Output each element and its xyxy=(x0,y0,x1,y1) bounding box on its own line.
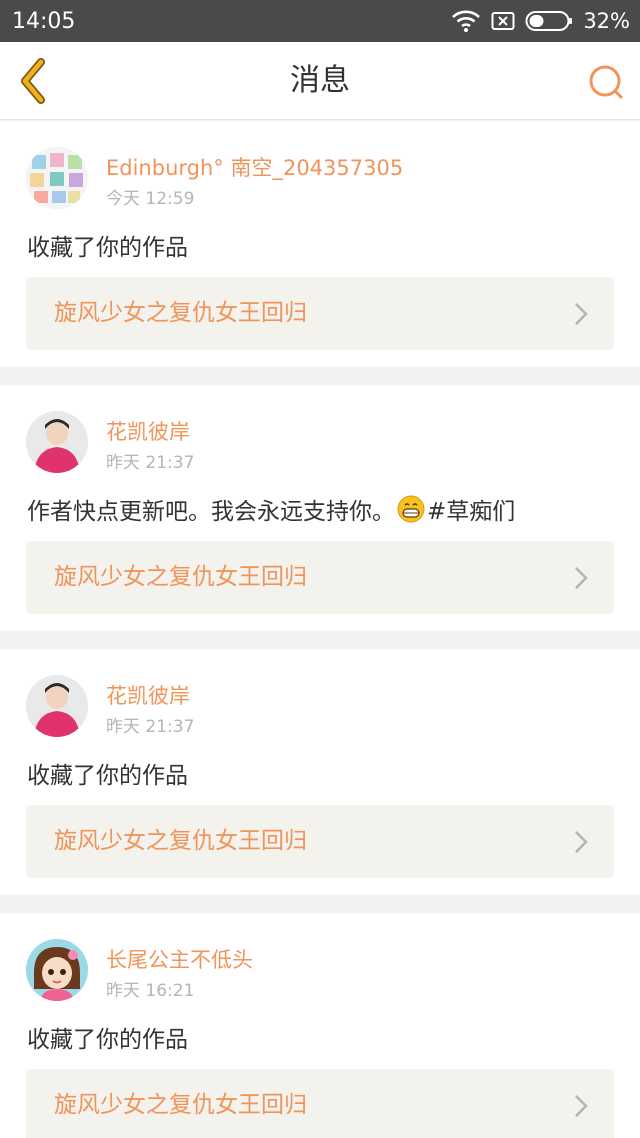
username[interactable]: 花凯彼岸 xyxy=(106,680,190,710)
message-text-main: 作者快点更新吧。我会永远支持你。 xyxy=(27,499,395,525)
message-text: 收藏了你的作品 xyxy=(27,763,188,789)
battery-percent: 32% xyxy=(583,9,630,33)
battery-icon xyxy=(525,11,573,31)
work-title: 旋风少女之复仇女王回归 xyxy=(54,300,307,326)
chevron-right-icon xyxy=(575,1095,588,1117)
message-text: 作者快点更新吧。我会永远支持你。 #草痴们 xyxy=(27,492,515,526)
timestamp: 今天 12:59 xyxy=(106,189,195,209)
message-text: 收藏了你的作品 xyxy=(27,235,188,261)
work-link[interactable]: 旋风少女之复仇女王回归 xyxy=(26,1069,614,1138)
status-time: 14:05 xyxy=(12,8,76,34)
work-link[interactable]: 旋风少女之复仇女王回归 xyxy=(26,541,614,614)
status-icons: 32% xyxy=(451,9,630,33)
avatar[interactable] xyxy=(26,411,88,473)
work-title: 旋风少女之复仇女王回归 xyxy=(54,564,307,590)
avatar[interactable] xyxy=(26,147,88,209)
message-card: 花凯彼岸 昨天 21:37 作者快点更新吧。我会永远支持你。 #草痴们 旋风少女… xyxy=(0,385,640,631)
search-icon xyxy=(589,65,623,99)
message-hashtag: #草痴们 xyxy=(427,499,516,525)
header: 消息 xyxy=(0,42,640,120)
avatar-cartoon-girl-image xyxy=(26,939,88,1001)
avatar[interactable] xyxy=(26,675,88,737)
message-list: Edinburgh° 南空_204357305 今天 12:59 收藏了你的作品… xyxy=(0,121,640,1138)
no-sim-icon xyxy=(491,12,515,30)
timestamp: 昨天 21:37 xyxy=(106,453,195,473)
message-text: 收藏了你的作品 xyxy=(27,1027,188,1053)
status-bar: 14:05 32% xyxy=(0,0,640,42)
chevron-right-icon xyxy=(575,831,588,853)
search-button[interactable] xyxy=(586,62,626,102)
grinning-face-emoji-icon xyxy=(397,495,425,523)
avatar[interactable] xyxy=(26,939,88,1001)
timestamp: 昨天 16:21 xyxy=(106,981,195,1001)
avatar-person-image xyxy=(26,675,88,737)
work-title: 旋风少女之复仇女王回归 xyxy=(54,1092,307,1118)
work-link[interactable]: 旋风少女之复仇女王回归 xyxy=(26,805,614,878)
username[interactable]: 花凯彼岸 xyxy=(106,416,190,446)
username[interactable]: 长尾公主不低头 xyxy=(106,944,253,974)
avatar-person-image xyxy=(26,411,88,473)
page-title: 消息 xyxy=(290,63,350,98)
chevron-right-icon xyxy=(575,303,588,325)
chevron-right-icon xyxy=(575,567,588,589)
work-link[interactable]: 旋风少女之复仇女王回归 xyxy=(26,277,614,350)
work-title: 旋风少女之复仇女王回归 xyxy=(54,828,307,854)
avatar-collage-image xyxy=(26,147,88,209)
message-card: Edinburgh° 南空_204357305 今天 12:59 收藏了你的作品… xyxy=(0,121,640,367)
timestamp: 昨天 21:37 xyxy=(106,717,195,737)
message-card: 花凯彼岸 昨天 21:37 收藏了你的作品 旋风少女之复仇女王回归 xyxy=(0,649,640,895)
username[interactable]: Edinburgh° 南空_204357305 xyxy=(106,152,403,182)
wifi-icon xyxy=(452,10,481,32)
message-card: 长尾公主不低头 昨天 16:21 收藏了你的作品 旋风少女之复仇女王回归 xyxy=(0,913,640,1138)
